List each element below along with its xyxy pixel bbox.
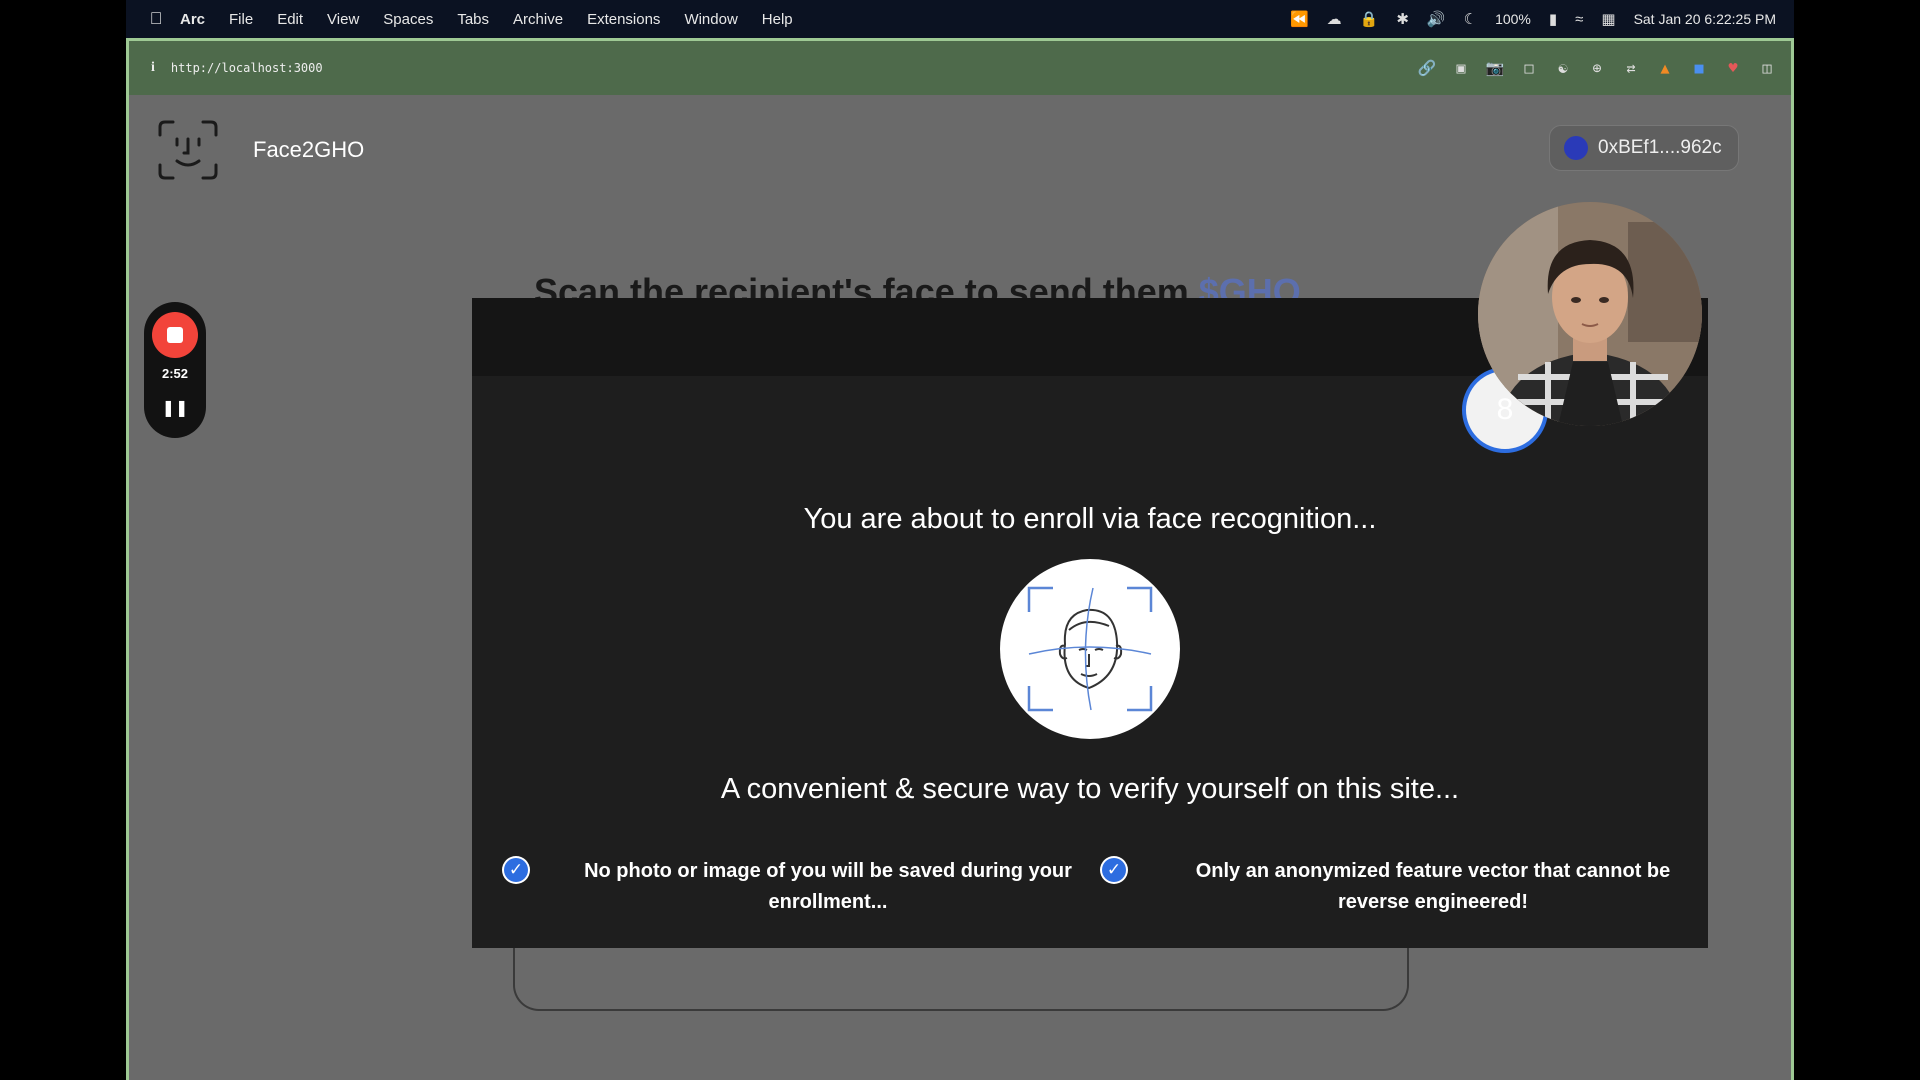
site-info-icon[interactable]: i <box>151 60 155 76</box>
globe-icon[interactable]: ☯ <box>1553 58 1573 78</box>
screen-recorder-widget: 2:52 ❚❚ <box>144 302 206 438</box>
checkmark-icon: ✓ <box>1100 856 1128 884</box>
url-text[interactable]: http://localhost:3000 <box>171 61 323 75</box>
volume-icon[interactable]: 🔊 <box>1427 10 1446 28</box>
wallet-button[interactable]: 0xBEf1....962c <box>1549 125 1739 171</box>
menu-edit[interactable]: Edit <box>277 11 303 28</box>
countdown-value: 8 <box>1496 393 1514 426</box>
menu-view[interactable]: View <box>327 11 359 28</box>
macos-menubar:  Arc File Edit View Spaces Tabs Archive… <box>126 0 1794 38</box>
url-bar: i http://localhost:3000 🔗 ▣ 📷 □ ☯ ⊕ ⇄ ▲ … <box>129 41 1791 95</box>
moon-icon[interactable]: ☾ <box>1464 10 1477 28</box>
wallet-address: 0xBEf1....962c <box>1598 137 1722 158</box>
rewind-icon[interactable]: ⏪ <box>1290 10 1309 28</box>
shield-icon[interactable]: ♥ <box>1723 58 1743 78</box>
battery-percent: 100% <box>1495 11 1531 27</box>
browser-window: i http://localhost:3000 🔗 ▣ 📷 □ ☯ ⊕ ⇄ ▲ … <box>126 38 1794 1080</box>
menu-archive[interactable]: Archive <box>513 11 563 28</box>
webcam-person-image <box>1478 202 1702 426</box>
capture-icon[interactable]: ▣ <box>1451 58 1471 78</box>
feature-text: No photo or image of you will be saved d… <box>584 860 1072 913</box>
translate-icon[interactable]: ■ <box>1689 58 1709 78</box>
menu-help[interactable]: Help <box>762 11 793 28</box>
lock-icon[interactable]: 🔒 <box>1360 10 1379 28</box>
app-name[interactable]: Face2GHO <box>253 137 364 163</box>
stop-recording-button[interactable] <box>152 312 198 358</box>
feature-anonymized: ✓ Only an anonymized feature vector that… <box>1100 856 1698 918</box>
wallet-avatar <box>1564 136 1588 160</box>
menu-file[interactable]: File <box>229 11 253 28</box>
face-illustration <box>1000 559 1180 739</box>
cloud-icon[interactable]: ☁ <box>1327 10 1342 28</box>
recording-time: 2:52 <box>161 366 189 381</box>
modal-subtitle: A convenient & secure way to verify your… <box>720 773 1460 805</box>
link-icon[interactable]: 🔗 <box>1417 58 1437 78</box>
menu-arc[interactable]: Arc <box>180 11 205 28</box>
battery-icon[interactable]: ▮ <box>1549 10 1557 28</box>
menu-tabs[interactable]: Tabs <box>457 11 489 28</box>
apple-menu-icon[interactable]:  <box>146 9 166 29</box>
checkmark-icon: ✓ <box>502 856 530 884</box>
face-recognition-icon <box>1027 586 1153 712</box>
feature-no-photo: ✓ No photo or image of you will be saved… <box>502 856 1088 918</box>
metamask-icon[interactable]: ▲ <box>1655 58 1675 78</box>
terminal-icon[interactable]: □ <box>1519 58 1539 78</box>
code-icon[interactable]: ⇄ <box>1621 58 1641 78</box>
menu-spaces[interactable]: Spaces <box>383 11 433 28</box>
target-icon[interactable]: ⊕ <box>1587 58 1607 78</box>
webcam-bubble[interactable] <box>1478 202 1702 426</box>
clock[interactable]: Sat Jan 20 6:22:25 PM <box>1634 11 1776 27</box>
face-scan-logo-icon[interactable] <box>157 119 219 181</box>
wifi-icon[interactable]: ≈ <box>1575 11 1583 28</box>
pause-icon[interactable]: ❚❚ <box>144 398 206 418</box>
menu-extensions[interactable]: Extensions <box>587 11 660 28</box>
camera-icon[interactable]: 📷 <box>1485 58 1505 78</box>
bluetooth-icon[interactable]: ✱ <box>1396 10 1409 28</box>
sidebar-toggle-icon[interactable]: ◫ <box>1757 58 1777 78</box>
menu-window[interactable]: Window <box>684 11 737 28</box>
control-center-icon[interactable]: ▦ <box>1601 10 1615 28</box>
modal-title: You are about to enroll via face recogni… <box>803 503 1377 535</box>
feature-text: Only an anonymized feature vector that c… <box>1195 860 1671 913</box>
